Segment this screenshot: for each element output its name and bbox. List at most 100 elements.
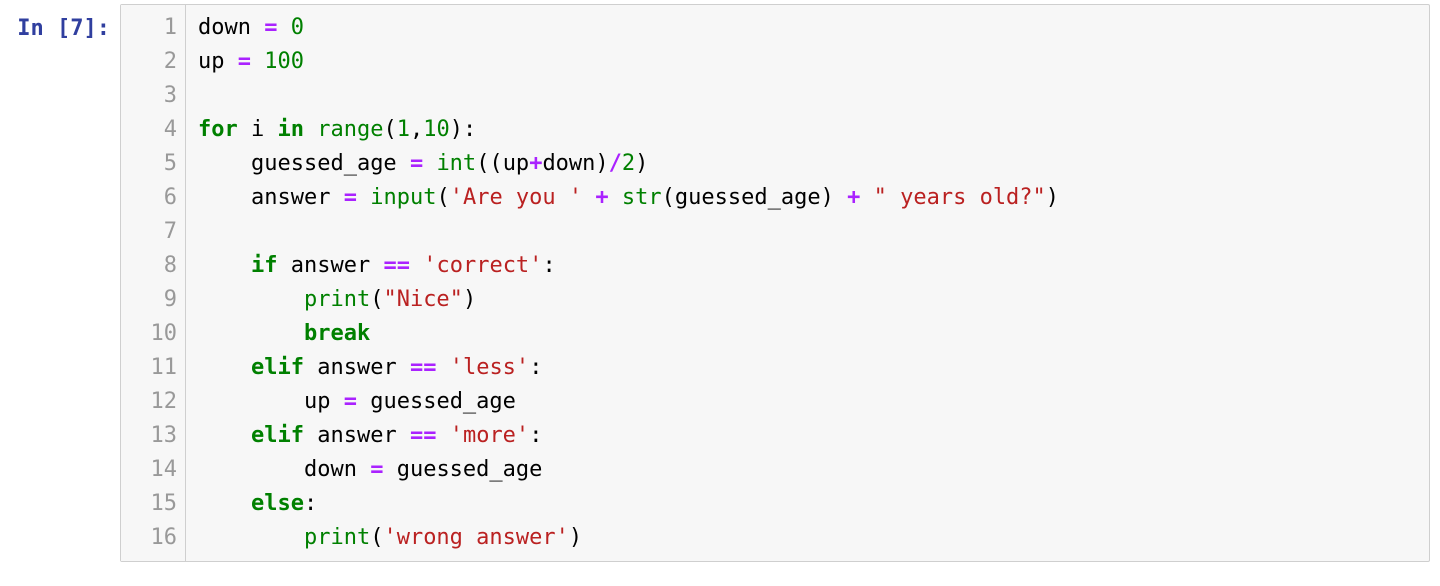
code-token: ): [1046, 185, 1059, 210]
code-token: [251, 15, 264, 40]
line-number: 3: [135, 79, 177, 113]
code-token: (: [370, 287, 383, 312]
code-line[interactable]: down = guessed_age: [198, 453, 1415, 487]
code-token: [264, 117, 277, 142]
code-line[interactable]: elif answer == 'less':: [198, 351, 1415, 385]
code-token: up: [503, 151, 530, 176]
code-token: down: [542, 151, 595, 176]
code-token: "Nice": [383, 287, 462, 312]
code-token: [198, 185, 251, 210]
code-token: [251, 49, 264, 74]
code-token: [410, 253, 423, 278]
in-colon: :: [97, 16, 110, 41]
code-token: i: [251, 117, 264, 142]
code-token: range: [317, 117, 383, 142]
code-line[interactable]: [198, 79, 1415, 113]
line-number: 16: [135, 521, 177, 555]
code-token: else: [251, 491, 304, 516]
code-line[interactable]: guessed_age = int((up+down)/2): [198, 147, 1415, 181]
code-line[interactable]: for i in range(1,10):: [198, 113, 1415, 147]
code-line[interactable]: [198, 215, 1415, 249]
line-number: 12: [135, 385, 177, 419]
code-token: answer: [251, 185, 330, 210]
code-token: 100: [264, 49, 304, 74]
code-token: [436, 355, 449, 380]
code-token: if: [251, 253, 278, 278]
code-line[interactable]: print("Nice"): [198, 283, 1415, 317]
code-token: int: [436, 151, 476, 176]
code-token: up: [304, 389, 331, 414]
code-token: [609, 185, 622, 210]
code-token: ): [821, 185, 834, 210]
in-label: In: [17, 16, 57, 41]
code-token: down: [198, 15, 251, 40]
code-token: (: [436, 185, 449, 210]
code-token: for: [198, 117, 238, 142]
code-token: 'more': [450, 423, 529, 448]
code-token: 1: [397, 117, 410, 142]
line-number: 13: [135, 419, 177, 453]
code-token: ): [569, 525, 582, 550]
code-token: [304, 117, 317, 142]
code-token: 2: [622, 151, 635, 176]
code-line[interactable]: answer = input('Are you ' + str(guessed_…: [198, 181, 1415, 215]
code-line[interactable]: print('wrong answer'): [198, 521, 1415, 555]
exec-count: 7: [70, 16, 83, 41]
code-token: [304, 355, 317, 380]
code-token: answer: [317, 423, 396, 448]
code-line[interactable]: up = 100: [198, 45, 1415, 79]
code-token: elif: [251, 355, 304, 380]
code-token: [198, 355, 251, 380]
code-token: [383, 457, 396, 482]
line-number: 9: [135, 283, 177, 317]
line-number: 4: [135, 113, 177, 147]
line-number: 15: [135, 487, 177, 521]
code-token: =: [238, 49, 251, 74]
code-line[interactable]: down = 0: [198, 11, 1415, 45]
code-token: [370, 253, 383, 278]
code-cell: In [7]: 12345678910111213141516 down = 0…: [0, 0, 1440, 566]
code-token: :: [542, 253, 555, 278]
code-token: (: [662, 185, 675, 210]
code-token: [397, 151, 410, 176]
code-line[interactable]: up = guessed_age: [198, 385, 1415, 419]
code-token: [397, 355, 410, 380]
code-token: (: [370, 525, 383, 550]
line-number-gutter: 12345678910111213141516: [121, 5, 186, 561]
code-token: 'less': [450, 355, 529, 380]
code-line[interactable]: elif answer == 'more':: [198, 419, 1415, 453]
code-token: str: [622, 185, 662, 210]
code-token: +: [847, 185, 860, 210]
code-line[interactable]: else:: [198, 487, 1415, 521]
code-token: =: [410, 151, 423, 176]
code-token: :: [529, 423, 542, 448]
code-token: =: [370, 457, 383, 482]
line-number: 8: [135, 249, 177, 283]
code-token: =: [344, 185, 357, 210]
code-token: [198, 491, 251, 516]
code-editor[interactable]: down = 0up = 100for i in range(1,10): gu…: [186, 5, 1429, 561]
line-number: 10: [135, 317, 177, 351]
line-number: 2: [135, 45, 177, 79]
input-area[interactable]: 12345678910111213141516 down = 0up = 100…: [120, 4, 1430, 562]
code-token: [198, 219, 251, 244]
line-number: 7: [135, 215, 177, 249]
code-token: ): [450, 117, 463, 142]
code-token: [277, 253, 290, 278]
code-token: 0: [291, 15, 304, 40]
code-token: [238, 117, 251, 142]
code-token: [330, 185, 343, 210]
in-open-bracket: [: [57, 16, 70, 41]
code-token: [834, 185, 847, 210]
code-token: ): [463, 287, 476, 312]
code-line[interactable]: break: [198, 317, 1415, 351]
code-token: [436, 423, 449, 448]
code-token: guessed_age: [251, 151, 397, 176]
code-line[interactable]: if answer == 'correct':: [198, 249, 1415, 283]
code-token: ,: [410, 117, 423, 142]
code-token: ==: [383, 253, 410, 278]
code-token: " years old?": [874, 185, 1046, 210]
input-prompt: In [7]:: [10, 4, 120, 46]
code-token: print: [304, 525, 370, 550]
code-token: [198, 287, 304, 312]
